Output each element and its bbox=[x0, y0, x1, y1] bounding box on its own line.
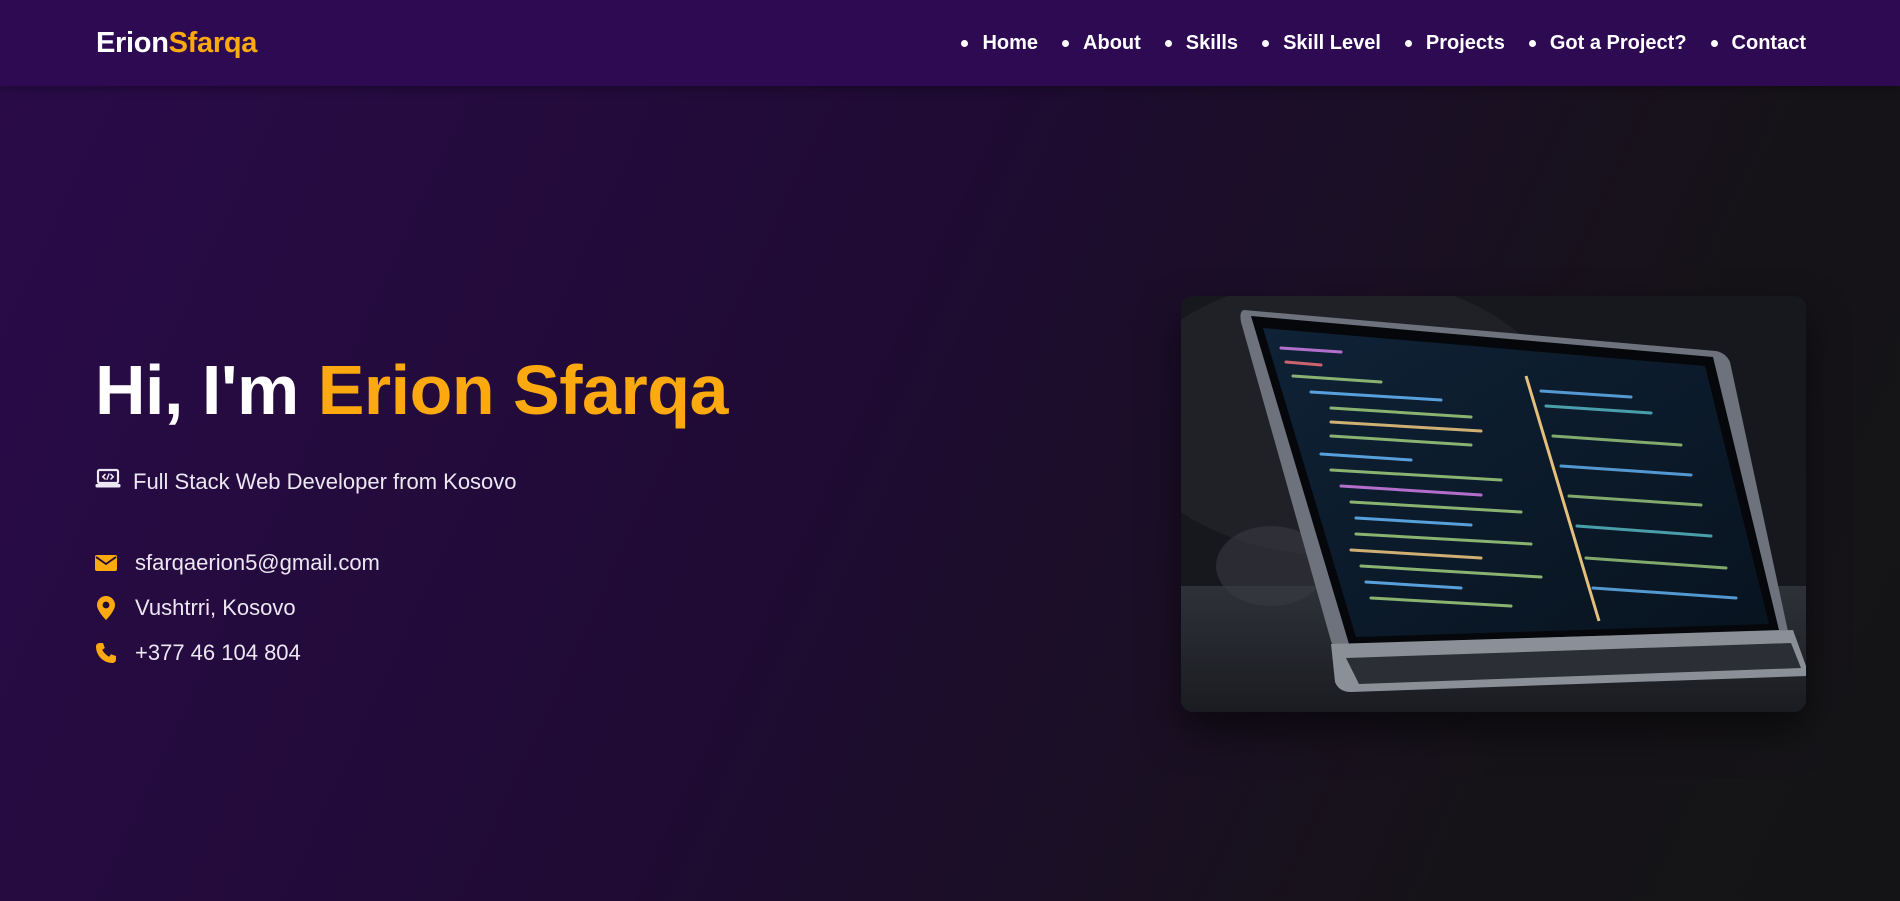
contact-list: sfarqaerion5@gmail.com Vushtrri, Kosovo … bbox=[95, 540, 380, 675]
logo-first-name: Erion bbox=[96, 26, 169, 59]
nav-item-about: About bbox=[1038, 32, 1141, 55]
nav-bullet bbox=[1062, 39, 1070, 47]
navbar: ErionSfarqa Home About Skills Skill Leve… bbox=[0, 0, 1900, 86]
nav-link-projects[interactable]: Projects bbox=[1426, 32, 1505, 55]
envelope-icon bbox=[95, 551, 117, 575]
nav-item-home: Home bbox=[961, 32, 1038, 55]
nav-item-got-a-project: Got a Project? bbox=[1505, 32, 1687, 55]
contact-phone-text[interactable]: +377 46 104 804 bbox=[135, 640, 301, 666]
nav-link-skills[interactable]: Skills bbox=[1186, 32, 1238, 55]
nav-item-projects: Projects bbox=[1381, 32, 1505, 55]
logo-last-name: Sfarqa bbox=[168, 26, 258, 59]
hero-image-laptop bbox=[1181, 296, 1806, 712]
nav-link-skill-level[interactable]: Skill Level bbox=[1283, 32, 1381, 55]
nav-item-contact: Contact bbox=[1687, 32, 1806, 55]
nav-item-skill-level: Skill Level bbox=[1238, 32, 1381, 55]
hero-greeting: Hi, I'm bbox=[95, 351, 299, 429]
nav-bullet bbox=[1164, 39, 1172, 47]
contact-email: sfarqaerion5@gmail.com bbox=[95, 540, 380, 585]
phone-icon bbox=[95, 641, 117, 665]
hero-name: Erion Sfarqa bbox=[317, 351, 729, 429]
nav-bullet bbox=[1404, 39, 1412, 47]
nav-bullet bbox=[1262, 39, 1270, 47]
contact-location: Vushtrri, Kosovo bbox=[95, 585, 380, 630]
nav-link-about[interactable]: About bbox=[1083, 32, 1141, 55]
contact-email-text[interactable]: sfarqaerion5@gmail.com bbox=[135, 550, 380, 576]
nav-item-skills: Skills bbox=[1141, 32, 1238, 55]
nav-link-got-a-project[interactable]: Got a Project? bbox=[1550, 32, 1687, 55]
laptop-code-icon bbox=[95, 468, 121, 496]
contact-location-text: Vushtrri, Kosovo bbox=[135, 594, 296, 620]
hero-title: Hi, I'm Erion Sfarqa bbox=[95, 350, 728, 430]
contact-phone: +377 46 104 804 bbox=[95, 630, 380, 675]
nav-bullet bbox=[1528, 39, 1536, 47]
hero-role-text: Full Stack Web Developer from Kosovo bbox=[133, 469, 517, 494]
nav-link-contact[interactable]: Contact bbox=[1732, 32, 1806, 55]
main-nav: Home About Skills Skill Level Projects G… bbox=[961, 32, 1806, 55]
hero-role: Full Stack Web Developer from Kosovo bbox=[95, 468, 517, 496]
nav-bullet bbox=[1710, 39, 1718, 47]
site-logo[interactable]: ErionSfarqa bbox=[96, 27, 257, 60]
map-pin-icon bbox=[95, 595, 117, 620]
nav-bullet bbox=[961, 39, 969, 47]
nav-link-home[interactable]: Home bbox=[982, 32, 1038, 55]
